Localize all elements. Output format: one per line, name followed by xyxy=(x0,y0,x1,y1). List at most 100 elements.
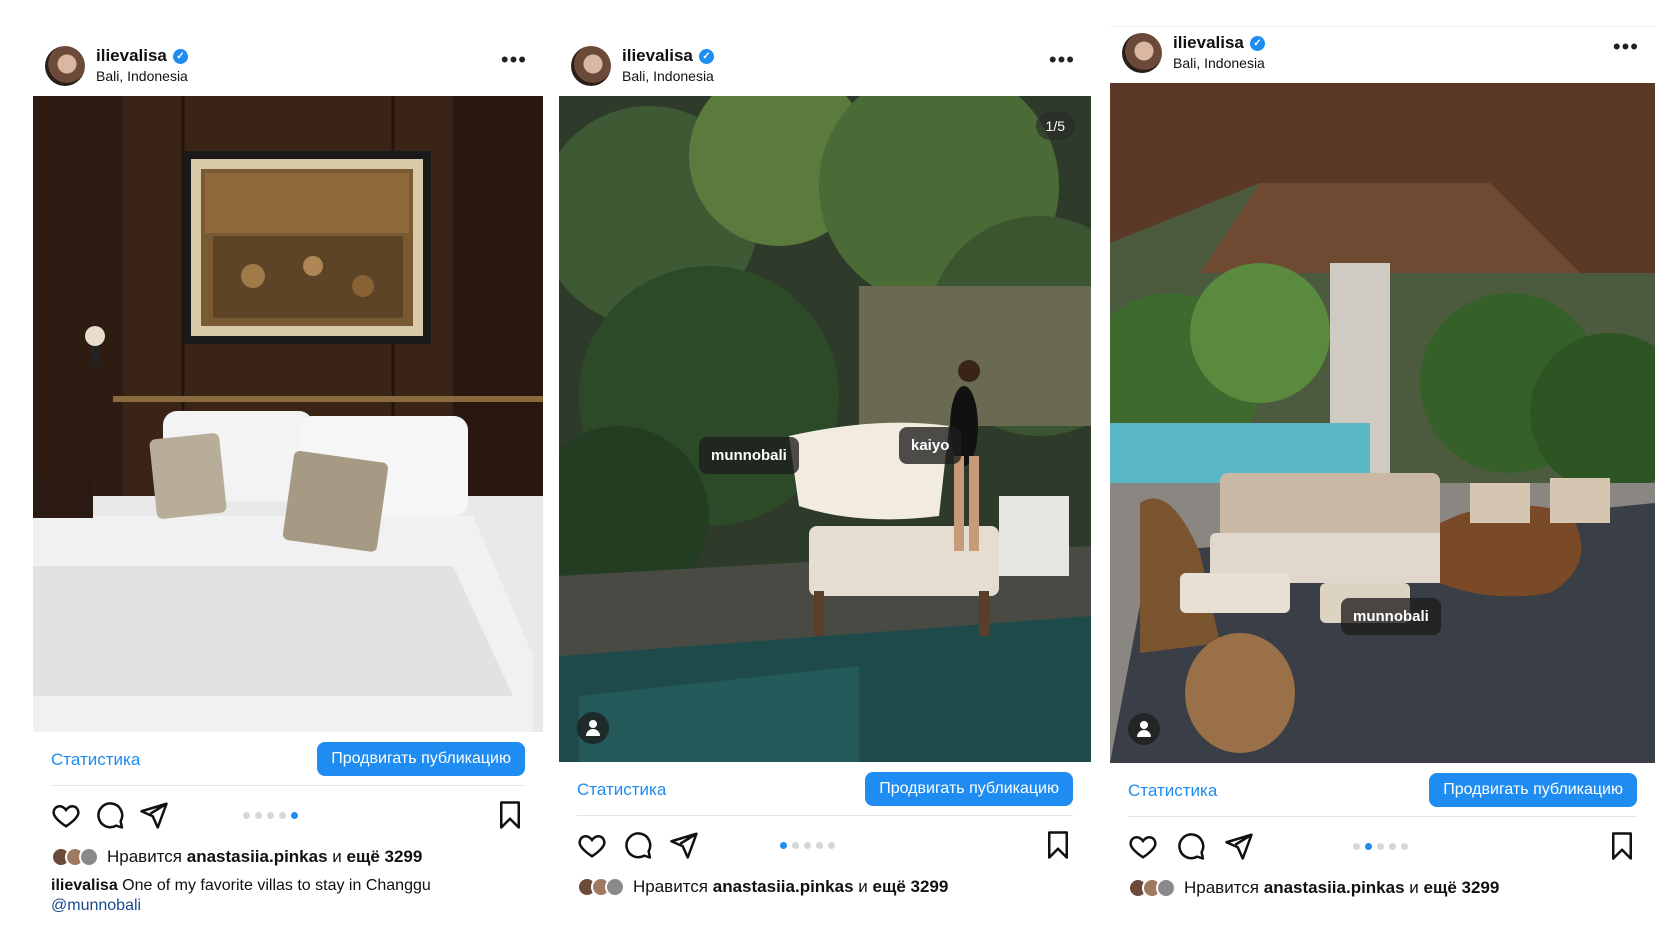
likes-prefix: Нравится xyxy=(1184,878,1260,897)
carousel-dot xyxy=(828,842,835,849)
likes-connector: и xyxy=(332,847,342,866)
share-icon[interactable] xyxy=(139,800,169,830)
promote-post-button[interactable]: Продвигать публикацию xyxy=(317,742,525,776)
more-icon[interactable]: ••• xyxy=(501,49,527,71)
carousel-dots xyxy=(780,842,835,849)
caption-username[interactable]: ilievalisa xyxy=(51,877,118,894)
carousel-dot xyxy=(1389,843,1396,850)
username-row: ilievalisa ✓ xyxy=(1173,33,1265,53)
likes-text: Нравится anastasiia.pinkas и ещё 3299 xyxy=(633,877,948,897)
promote-post-button[interactable]: Продвигать публикацию xyxy=(1429,773,1637,807)
likes-user[interactable]: anastasiia.pinkas xyxy=(187,847,328,866)
action-bar xyxy=(577,816,1073,872)
share-icon[interactable] xyxy=(1224,831,1254,861)
post-header: ilievalisa ✓ Bali, Indonesia ••• xyxy=(33,40,543,96)
promote-post-button[interactable]: Продвигать публикацию xyxy=(865,772,1073,806)
statistics-link[interactable]: Статистика xyxy=(1128,781,1217,801)
avatar xyxy=(605,877,625,897)
likes-text: Нравится anastasiia.pinkas и ещё 3299 xyxy=(1184,878,1499,898)
statistics-link[interactable]: Статистика xyxy=(577,780,666,800)
bookmark-icon[interactable] xyxy=(1043,830,1073,860)
verified-badge-icon: ✓ xyxy=(1249,35,1265,51)
avatar xyxy=(79,847,99,867)
location[interactable]: Bali, Indonesia xyxy=(96,68,188,84)
likes-connector: и xyxy=(1409,878,1419,897)
location[interactable]: Bali, Indonesia xyxy=(1173,55,1265,71)
bedroom-photo xyxy=(33,96,543,732)
carousel-dot-active xyxy=(291,812,298,819)
carousel-dot xyxy=(816,842,823,849)
statistics-link[interactable]: Статистика xyxy=(51,750,140,770)
comment-icon[interactable] xyxy=(623,830,653,860)
comment-icon[interactable] xyxy=(1176,831,1206,861)
likes-connector: и xyxy=(858,877,868,896)
likes-row[interactable]: Нравится anastasiia.pinkas и ещё 3299 xyxy=(51,842,525,872)
user-tag-icon[interactable] xyxy=(577,712,609,744)
likes-text: Нравится anastasiia.pinkas и ещё 3299 xyxy=(107,847,422,867)
liker-avatars xyxy=(1128,878,1176,898)
carousel-dot xyxy=(792,842,799,849)
carousel-dot xyxy=(804,842,811,849)
product-tag-munnobali[interactable]: munnobali xyxy=(1341,598,1441,635)
caption-mention[interactable]: @munnobali xyxy=(51,896,525,916)
villa-patio-photo xyxy=(1110,83,1655,763)
username[interactable]: ilievalisa xyxy=(96,46,167,66)
heart-icon[interactable] xyxy=(51,800,81,830)
verified-badge-icon: ✓ xyxy=(698,48,714,64)
comment-icon[interactable] xyxy=(95,800,125,830)
avatar xyxy=(1156,878,1176,898)
insights-bar: Статистика Продвигать публикацию xyxy=(1128,763,1637,817)
user-tag-icon[interactable] xyxy=(1128,713,1160,745)
carousel-dot xyxy=(1353,843,1360,850)
post-photo[interactable]: 1/5 munnobali kaiyo xyxy=(559,96,1091,762)
avatar[interactable] xyxy=(571,46,611,86)
post-header: ilievalisa ✓ Bali, Indonesia ••• xyxy=(559,40,1091,96)
carousel-dots xyxy=(1353,843,1408,850)
carousel-dot-active xyxy=(780,842,787,849)
post-card-1: ilievalisa ✓ Bali, Indonesia ••• Статист… xyxy=(33,40,543,916)
avatar[interactable] xyxy=(45,46,85,86)
username[interactable]: ilievalisa xyxy=(1173,33,1244,53)
location[interactable]: Bali, Indonesia xyxy=(622,68,714,84)
share-icon[interactable] xyxy=(669,830,699,860)
insights-bar: Статистика Продвигать публикацию xyxy=(577,762,1073,816)
carousel-counter: 1/5 xyxy=(1035,112,1075,140)
likes-user[interactable]: anastasiia.pinkas xyxy=(713,877,854,896)
carousel-dot xyxy=(1401,843,1408,850)
caption: ilievalisa One of my favorite villas to … xyxy=(51,876,525,916)
post-photo[interactable] xyxy=(33,96,543,732)
likes-prefix: Нравится xyxy=(107,847,183,866)
likes-more[interactable]: ещё 3299 xyxy=(347,847,423,866)
carousel-dot xyxy=(255,812,262,819)
heart-icon[interactable] xyxy=(1128,831,1158,861)
likes-row[interactable]: Нравится anastasiia.pinkas и ещё 3299 xyxy=(1128,873,1637,903)
liker-avatars xyxy=(51,847,99,867)
avatar[interactable] xyxy=(1122,33,1162,73)
product-tag-kaiyo[interactable]: kaiyo xyxy=(899,427,962,464)
carousel-dot xyxy=(243,812,250,819)
likes-row[interactable]: Нравится anastasiia.pinkas и ещё 3299 xyxy=(577,872,1073,902)
bookmark-icon[interactable] xyxy=(1607,831,1637,861)
more-icon[interactable]: ••• xyxy=(1049,49,1075,71)
carousel-dots xyxy=(243,812,298,819)
post-card-2: ilievalisa ✓ Bali, Indonesia ••• 1/5 mun… xyxy=(559,40,1091,902)
carousel-dot xyxy=(1377,843,1384,850)
username[interactable]: ilievalisa xyxy=(622,46,693,66)
username-row: ilievalisa ✓ xyxy=(96,46,188,66)
bookmark-icon[interactable] xyxy=(495,800,525,830)
post-card-3: ilievalisa ✓ Bali, Indonesia ••• munnoba… xyxy=(1110,26,1655,903)
likes-more[interactable]: ещё 3299 xyxy=(1424,878,1500,897)
likes-more[interactable]: ещё 3299 xyxy=(873,877,949,896)
post-header: ilievalisa ✓ Bali, Indonesia ••• xyxy=(1110,27,1655,83)
more-icon[interactable]: ••• xyxy=(1613,36,1639,58)
caption-text: One of my favorite villas to stay in Cha… xyxy=(122,877,431,894)
likes-user[interactable]: anastasiia.pinkas xyxy=(1264,878,1405,897)
insights-bar: Статистика Продвигать публикацию xyxy=(51,732,525,786)
post-photo[interactable]: munnobali xyxy=(1110,83,1655,763)
carousel-dot-active xyxy=(1365,843,1372,850)
action-bar xyxy=(51,786,525,842)
heart-icon[interactable] xyxy=(577,830,607,860)
carousel-dot xyxy=(279,812,286,819)
verified-badge-icon: ✓ xyxy=(172,48,188,64)
product-tag-munnobali[interactable]: munnobali xyxy=(699,437,799,474)
